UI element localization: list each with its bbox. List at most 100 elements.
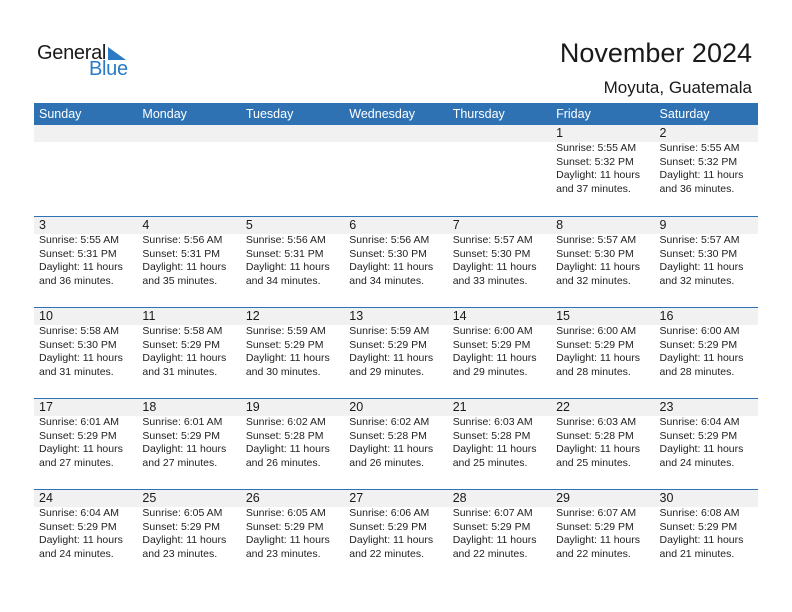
day-number: 3 [39, 218, 46, 232]
daylight-text: Daylight: 11 hours [39, 443, 123, 455]
empty-day-cell [448, 125, 551, 214]
sunset-text: Sunset: 5:28 PM [452, 429, 531, 442]
sunset-text: Sunset: 5:28 PM [245, 429, 324, 442]
sunset-text: Sunset: 5:29 PM [452, 520, 531, 533]
day-number: 28 [452, 491, 467, 505]
day-cell: 25 Sunrise: 6:05 AM Sunset: 5:29 PM Dayligh… [137, 490, 240, 579]
daylight-minutes-text: and 33 minutes. [452, 274, 528, 287]
empty-day-cell [344, 125, 447, 214]
daylight-text: Daylight: 11 hours [245, 352, 330, 364]
empty-day-cell [137, 125, 240, 214]
daylight-text: Daylight: 11 hours [142, 352, 227, 364]
day-number: 15 [556, 309, 571, 323]
week-row: 24 Sunrise: 6:04 AM Sunset: 5:29 PM Dayligh… [34, 489, 758, 580]
daylight-text: Daylight: 11 hours [245, 261, 330, 273]
day-cell: 11 Sunrise: 5:58 AM Sunset: 5:29 PM Dayligh… [137, 308, 240, 397]
sunrise-text: Sunrise: 6:05 AM [142, 507, 223, 519]
day-cell: 24 Sunrise: 6:04 AM Sunset: 5:29 PM Dayligh… [34, 490, 137, 579]
day-number: 7 [452, 218, 460, 232]
sunrise-text: Sunrise: 5:55 AM [659, 142, 740, 154]
sunset-text: Sunset: 5:29 PM [142, 520, 221, 533]
sunset-text: Sunset: 5:28 PM [349, 429, 427, 442]
sunset-text: Sunset: 5:31 PM [245, 247, 324, 260]
day-cell: 12 Sunrise: 5:59 AM Sunset: 5:29 PM Dayligh… [241, 308, 344, 397]
sunrise-text: Sunrise: 5:56 AM [142, 234, 223, 246]
sunrise-text: Sunrise: 5:59 AM [245, 325, 326, 337]
sunrise-text: Sunrise: 6:03 AM [556, 416, 637, 428]
empty-day-cell [241, 125, 344, 214]
week-row: 3 Sunrise: 5:55 AM Sunset: 5:31 PM Daylight… [34, 216, 758, 307]
sunrise-text: Sunrise: 5:56 AM [349, 234, 430, 246]
daylight-text: Daylight: 11 hours [349, 261, 434, 273]
daylight-minutes-text: and 31 minutes. [39, 365, 114, 378]
day-number: 10 [39, 309, 53, 323]
day-number: 9 [659, 218, 667, 232]
sunrise-text: Sunrise: 5:57 AM [452, 234, 533, 246]
sunset-text: Sunset: 5:32 PM [556, 155, 634, 168]
day-number: 12 [245, 309, 260, 323]
daylight-minutes-text: and 32 minutes. [659, 274, 735, 287]
sunset-text: Sunset: 5:29 PM [349, 338, 427, 351]
day-cell: 20 Sunrise: 6:02 AM Sunset: 5:28 PM Dayligh… [344, 399, 447, 488]
week-cells: 24 Sunrise: 6:04 AM Sunset: 5:29 PM Dayligh… [34, 490, 758, 579]
weekday-thursday: Thursday [452, 107, 505, 121]
daylight-text: Daylight: 11 hours [142, 534, 227, 546]
day-cell: 8 Sunrise: 5:57 AM Sunset: 5:30 PM Daylight… [551, 217, 654, 306]
daylight-text: Daylight: 11 hours [349, 443, 434, 455]
daylight-minutes-text: and 27 minutes. [39, 456, 114, 469]
sunrise-text: Sunrise: 6:04 AM [39, 507, 119, 519]
daylight-text: Daylight: 11 hours [39, 261, 123, 273]
day-number: 22 [556, 400, 571, 414]
daylight-text: Daylight: 11 hours [659, 169, 744, 181]
sunrise-text: Sunrise: 5:59 AM [349, 325, 430, 337]
day-cell: 9 Sunrise: 5:57 AM Sunset: 5:30 PM Daylight… [655, 217, 758, 306]
day-cell: 6 Sunrise: 5:56 AM Sunset: 5:30 PM Daylight… [344, 217, 447, 306]
daylight-minutes-text: and 24 minutes. [39, 547, 114, 560]
day-number: 17 [39, 400, 53, 414]
daylight-minutes-text: and 26 minutes. [245, 456, 321, 469]
sunset-text: Sunset: 5:31 PM [39, 247, 117, 260]
daylight-minutes-text: and 37 minutes. [556, 182, 631, 195]
day-cell: 13 Sunrise: 5:59 AM Sunset: 5:29 PM Dayligh… [344, 308, 447, 397]
daylight-minutes-text: and 29 minutes. [452, 365, 528, 378]
day-number: 6 [349, 218, 357, 232]
sunset-text: Sunset: 5:28 PM [556, 429, 634, 442]
daylight-text: Daylight: 11 hours [556, 443, 640, 455]
sunrise-text: Sunrise: 6:00 AM [452, 325, 533, 337]
daylight-minutes-text: and 36 minutes. [39, 274, 114, 287]
daylight-minutes-text: and 31 minutes. [142, 365, 218, 378]
sunset-text: Sunset: 5:29 PM [556, 520, 634, 533]
day-cell: 22 Sunrise: 6:03 AM Sunset: 5:28 PM Dayligh… [551, 399, 654, 488]
sunset-text: Sunset: 5:30 PM [452, 247, 531, 260]
day-cell: 16 Sunrise: 6:00 AM Sunset: 5:29 PM Dayligh… [655, 308, 758, 397]
sunset-text: Sunset: 5:31 PM [142, 247, 221, 260]
location-subtitle: Moyuta, Guatemala [603, 78, 752, 97]
day-number: 13 [349, 309, 364, 323]
daylight-minutes-text: and 22 minutes. [452, 547, 528, 560]
day-cell: 7 Sunrise: 5:57 AM Sunset: 5:30 PM Daylight… [448, 217, 551, 306]
daylight-text: Daylight: 11 hours [142, 261, 227, 273]
sunrise-text: Sunrise: 6:08 AM [659, 507, 740, 519]
sunset-text: Sunset: 5:29 PM [659, 429, 738, 442]
logo: General Blue [37, 42, 137, 82]
day-number: 16 [659, 309, 674, 323]
week-cells: 3 Sunrise: 5:55 AM Sunset: 5:31 PM Daylight… [34, 217, 758, 306]
day-cell: 26 Sunrise: 6:05 AM Sunset: 5:29 PM Dayligh… [241, 490, 344, 579]
sunset-text: Sunset: 5:29 PM [39, 520, 117, 533]
sunset-text: Sunset: 5:29 PM [39, 429, 117, 442]
sunset-text: Sunset: 5:29 PM [659, 338, 738, 351]
page-title: November 2024 [559, 38, 752, 68]
day-number: 26 [245, 491, 260, 505]
sunrise-text: Sunrise: 5:55 AM [39, 234, 119, 246]
day-number: 20 [349, 400, 364, 414]
daylight-minutes-text: and 34 minutes. [245, 274, 321, 287]
day-cell: 28 Sunrise: 6:07 AM Sunset: 5:29 PM Dayligh… [448, 490, 551, 579]
day-number: 11 [142, 309, 156, 323]
day-cell: 5 Sunrise: 5:56 AM Sunset: 5:31 PM Daylight… [241, 217, 344, 306]
sunset-text: Sunset: 5:29 PM [142, 338, 221, 351]
day-cell: 3 Sunrise: 5:55 AM Sunset: 5:31 PM Daylight… [34, 217, 137, 306]
day-cell: 29 Sunrise: 6:07 AM Sunset: 5:29 PM Dayligh… [551, 490, 654, 579]
week-cells: 17 Sunrise: 6:01 AM Sunset: 5:29 PM Dayligh… [34, 399, 758, 488]
sunrise-text: Sunrise: 5:57 AM [556, 234, 637, 246]
day-number: 5 [245, 218, 253, 232]
